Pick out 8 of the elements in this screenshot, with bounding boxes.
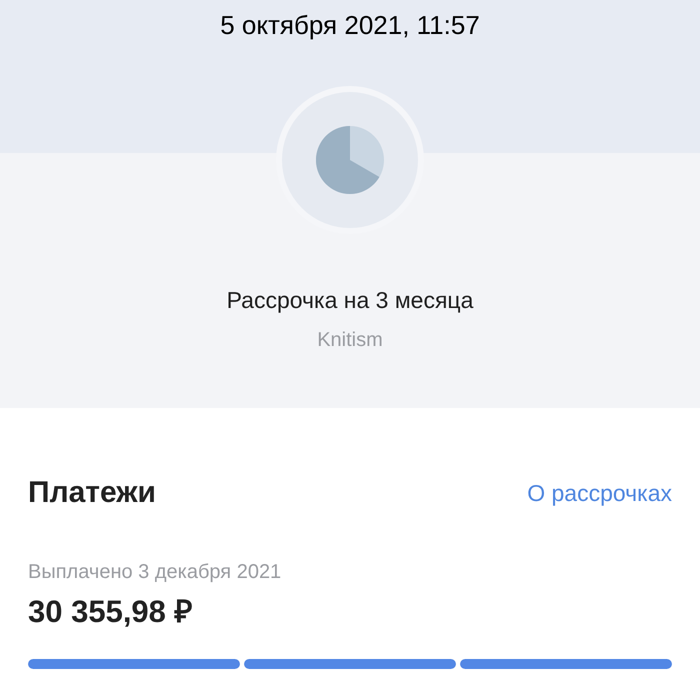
installments-link[interactable]: О рассрочках [527, 478, 672, 508]
plan-title: Рассрочка на 3 месяца [226, 286, 474, 314]
section-title: Платежи [28, 475, 156, 511]
payment-amount: 30 355,98 ₽ [28, 594, 194, 630]
merchant-name: Knitism [317, 328, 383, 352]
payment-status: Выплачено 3 декабря 2021 [28, 560, 282, 584]
date-text: 5 октября 2021, 11:57 [220, 9, 480, 42]
pie-chart-icon [316, 126, 384, 194]
